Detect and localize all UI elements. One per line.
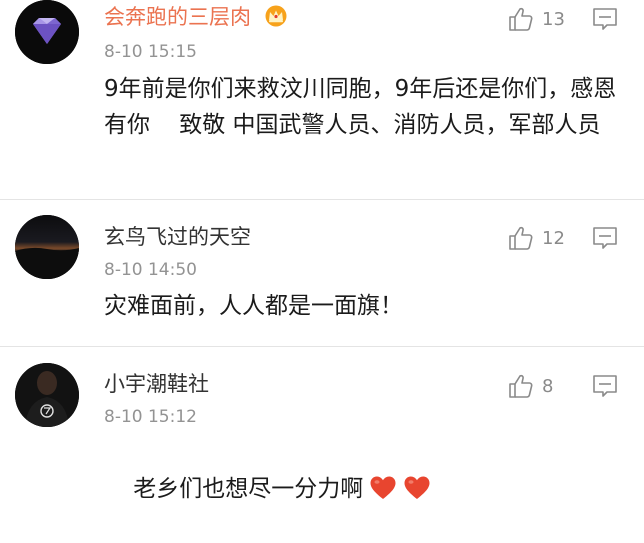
comment-text: 灾难面前，人人都是一面旗！: [104, 293, 403, 319]
username[interactable]: 玄鸟飞过的天空: [104, 224, 251, 250]
thumbs-up-icon: [509, 226, 533, 250]
heart-icon: [404, 476, 430, 499]
comment-icon: [593, 8, 617, 30]
player-avatar-image: [15, 363, 79, 427]
username-text[interactable]: 玄鸟飞过的天空: [104, 225, 251, 249]
comment-actions: 8: [508, 373, 618, 399]
avatar[interactable]: [15, 363, 79, 427]
timestamp: 8-10 15:12: [104, 407, 197, 427]
timestamp: 8-10 15:15: [104, 42, 197, 62]
comment-actions: 13: [508, 6, 618, 32]
like-button[interactable]: 12: [508, 225, 570, 251]
comment-icon: [593, 227, 617, 249]
timestamp: 8-10 14:50: [104, 260, 197, 280]
vip-crown-icon: [265, 5, 287, 27]
like-count: 8: [542, 375, 554, 397]
like-count: 13: [542, 8, 565, 30]
username[interactable]: 会奔跑的三层肉: [104, 4, 288, 30]
comment-text: 9年前是你们来救汶川同胞，9年后还是你们，感恩有你 致敬 中国武警人员、消防人员…: [104, 76, 617, 138]
comment-actions: 12: [508, 225, 618, 251]
comment-icon: [593, 375, 617, 397]
heart-icon: [370, 476, 396, 499]
reply-button[interactable]: [592, 7, 618, 31]
avatar[interactable]: [15, 0, 79, 64]
divider: [0, 199, 644, 200]
like-count: 12: [542, 227, 565, 249]
avatar[interactable]: [15, 215, 79, 279]
sunset-avatar-image: [15, 215, 79, 279]
thumbs-up-icon: [509, 7, 533, 31]
comment-text-body: 老乡们也想尽一分力啊: [133, 476, 364, 502]
reply-button[interactable]: [592, 374, 618, 398]
username-text[interactable]: 小宇潮鞋社: [104, 372, 209, 396]
like-button[interactable]: 13: [508, 6, 570, 32]
username-text[interactable]: 会奔跑的三层肉: [104, 5, 251, 29]
diamond-avatar-image: [15, 0, 79, 64]
like-button[interactable]: 8: [508, 373, 570, 399]
username[interactable]: 小宇潮鞋社: [104, 371, 209, 397]
reply-button[interactable]: [592, 226, 618, 250]
divider: [0, 346, 644, 347]
comment-text: 老乡们也想尽一分力啊: [104, 435, 624, 543]
thumbs-up-icon: [509, 374, 533, 398]
